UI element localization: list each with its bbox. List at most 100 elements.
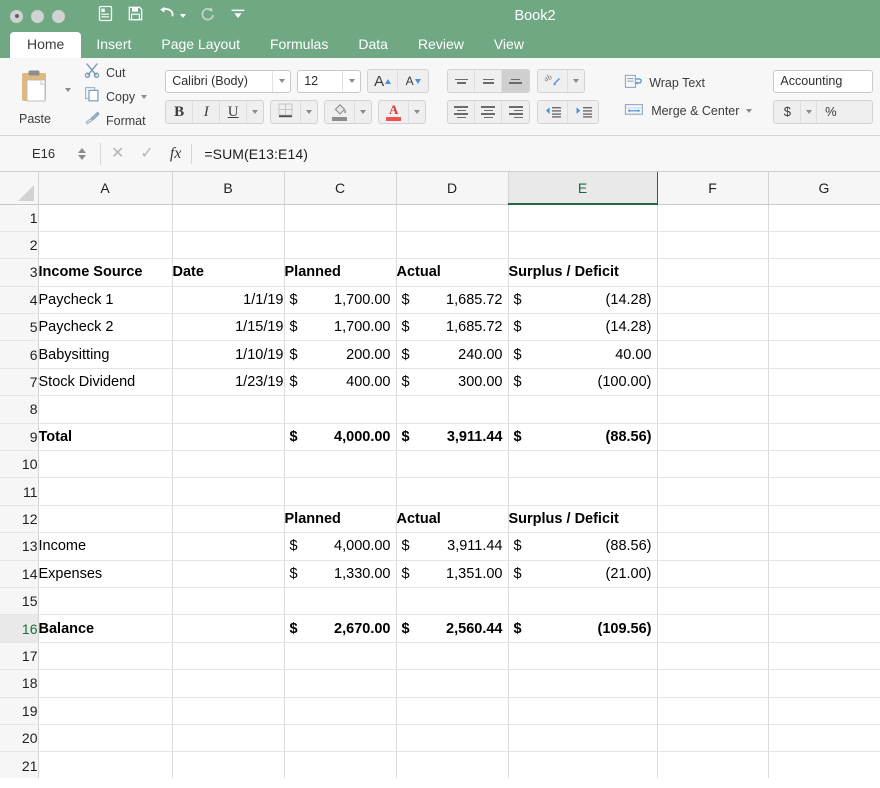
row-header-21[interactable]: 21: [0, 751, 39, 778]
cell-C10[interactable]: [284, 450, 397, 479]
cell-F4[interactable]: [657, 286, 769, 315]
cell-G12[interactable]: [768, 505, 880, 534]
cell-F11[interactable]: [657, 477, 769, 506]
cell-A8[interactable]: [38, 395, 173, 424]
cell-B21[interactable]: [172, 751, 285, 778]
paste-button[interactable]: Paste: [7, 67, 63, 126]
cell-B16[interactable]: [172, 614, 285, 643]
insert-function-icon[interactable]: fx: [170, 145, 182, 163]
cell-E18[interactable]: [508, 669, 658, 698]
close-button[interactable]: [10, 9, 23, 23]
cell-A3[interactable]: Income Source: [38, 258, 173, 287]
column-header-b[interactable]: B: [172, 172, 285, 205]
cell-E12[interactable]: Surplus / Deficit: [508, 505, 658, 534]
cell-E17[interactable]: [508, 642, 658, 671]
cell-F10[interactable]: [657, 450, 769, 479]
cell-E19[interactable]: [508, 697, 658, 725]
font-color-dropdown-icon[interactable]: [409, 101, 425, 123]
name-box[interactable]: E16: [10, 143, 90, 165]
cell-D7[interactable]: $300.00: [396, 368, 509, 397]
align-right-button[interactable]: [502, 101, 529, 123]
cell-F19[interactable]: [657, 697, 769, 725]
cell-E9[interactable]: $ (88.56): [508, 423, 658, 452]
align-top-button[interactable]: [448, 70, 476, 92]
cell-F12[interactable]: [657, 505, 769, 534]
cell-D8[interactable]: [396, 395, 509, 424]
row-header-8[interactable]: 8: [0, 395, 39, 424]
cell-B20[interactable]: [172, 724, 285, 753]
font-name-dropdown-icon[interactable]: [272, 70, 290, 92]
cell-D1[interactable]: [396, 204, 509, 232]
cell-F9[interactable]: [657, 423, 769, 452]
save-icon[interactable]: [127, 5, 144, 27]
cell-E1[interactable]: [508, 204, 658, 232]
cell-F16[interactable]: [657, 614, 769, 643]
cell-D11[interactable]: [396, 477, 509, 506]
decrease-indent-button[interactable]: [538, 101, 569, 123]
currency-format-button[interactable]: $: [774, 100, 802, 123]
cell-G6[interactable]: [768, 340, 880, 369]
increase-font-size-button[interactable]: A: [368, 70, 399, 92]
undo-group[interactable]: [157, 6, 186, 26]
confirm-edit-icon[interactable]: ✓: [140, 145, 153, 162]
row-header-3[interactable]: 3: [0, 258, 39, 287]
cell-C11[interactable]: [284, 477, 397, 506]
cell-C2[interactable]: [284, 231, 397, 260]
cell-G11[interactable]: [768, 477, 880, 506]
cell-A4[interactable]: Paycheck 1: [38, 286, 173, 315]
column-header-a[interactable]: A: [38, 172, 173, 205]
cell-F13[interactable]: [657, 532, 769, 561]
row-header-5[interactable]: 5: [0, 313, 39, 342]
bold-button[interactable]: B: [166, 101, 194, 123]
cell-B8[interactable]: [172, 395, 285, 424]
cell-D3[interactable]: Actual: [396, 258, 509, 287]
cell-D9[interactable]: $3,911.44: [396, 423, 509, 452]
cell-D6[interactable]: $240.00: [396, 340, 509, 369]
cell-E14[interactable]: $ (21.00): [508, 560, 658, 588]
cell-A13[interactable]: Income: [38, 532, 173, 561]
minimize-button[interactable]: [31, 9, 44, 23]
paste-dropdown-icon[interactable]: [65, 87, 71, 92]
cell-B14[interactable]: [172, 560, 285, 588]
row-header-12[interactable]: 12: [0, 505, 39, 534]
copy-button[interactable]: Copy: [84, 87, 148, 107]
cell-C1[interactable]: [284, 204, 397, 232]
cell-C7[interactable]: $400.00: [284, 368, 397, 397]
cell-G3[interactable]: [768, 258, 880, 287]
cell-F14[interactable]: [657, 560, 769, 588]
cell-A2[interactable]: [38, 231, 173, 260]
cell-C9[interactable]: $4,000.00: [284, 423, 397, 452]
cell-E11[interactable]: [508, 477, 658, 506]
cell-E21[interactable]: [508, 751, 658, 778]
cell-C8[interactable]: [284, 395, 397, 424]
column-header-row[interactable]: A B C D E F G: [0, 172, 880, 205]
cell-A14[interactable]: Expenses: [38, 560, 173, 588]
cell-G5[interactable]: [768, 313, 880, 342]
cell-E15[interactable]: [508, 587, 658, 616]
underline-button[interactable]: U: [220, 101, 248, 123]
tab-insert[interactable]: Insert: [81, 32, 146, 58]
borders-dropdown-icon[interactable]: [301, 101, 317, 123]
row-header-17[interactable]: 17: [0, 642, 39, 671]
cell-C12[interactable]: Planned: [284, 505, 397, 534]
cell-G9[interactable]: [768, 423, 880, 452]
align-middle-button[interactable]: [475, 70, 503, 92]
cell-B12[interactable]: [172, 505, 285, 534]
font-size-select[interactable]: 12: [297, 69, 362, 93]
column-header-e[interactable]: E: [507, 172, 658, 205]
cell-A5[interactable]: Paycheck 2: [38, 313, 173, 342]
cell-G8[interactable]: [768, 395, 880, 424]
window-controls[interactable]: [10, 9, 65, 23]
tab-data[interactable]: Data: [343, 32, 403, 58]
redo-icon[interactable]: [199, 6, 217, 27]
cell-F15[interactable]: [657, 587, 769, 616]
cell-B15[interactable]: [172, 587, 285, 616]
cell-E6[interactable]: $40.00: [508, 340, 658, 369]
cell-C13[interactable]: $4,000.00: [284, 532, 397, 561]
cell-C5[interactable]: $1,700.00: [284, 313, 397, 342]
ribbon-tab-strip[interactable]: Home Insert Page Layout Formulas Data Re…: [0, 32, 880, 58]
name-box-spinner[interactable]: [78, 147, 86, 160]
row-header-10[interactable]: 10: [0, 450, 39, 479]
cell-A10[interactable]: [38, 450, 173, 479]
select-all-corner[interactable]: [0, 172, 39, 205]
